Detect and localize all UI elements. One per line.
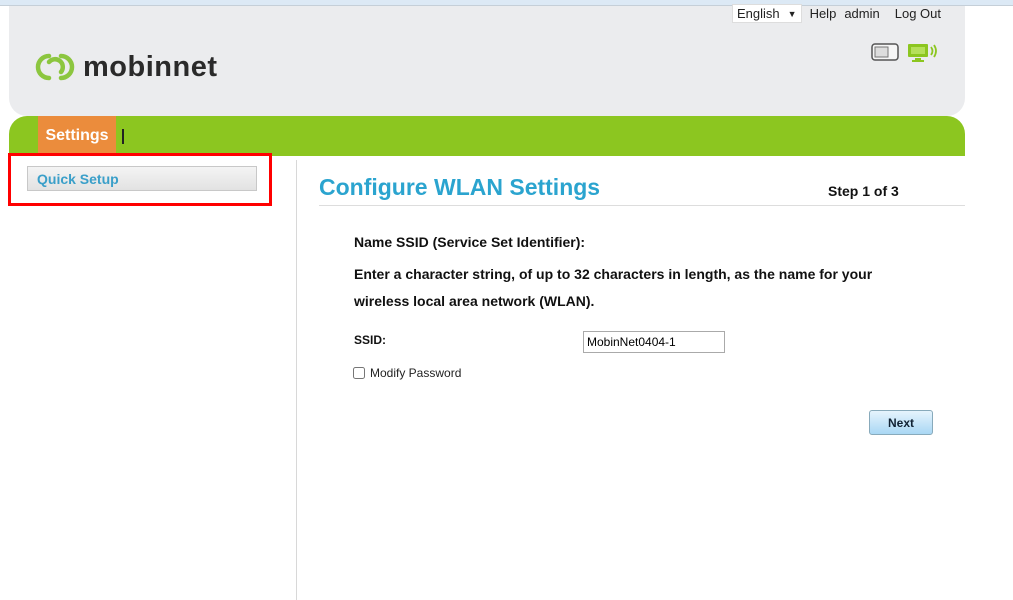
ssid-input[interactable] (583, 331, 725, 353)
modify-password-checkbox[interactable] (353, 367, 365, 379)
language-select[interactable]: English ▼ (732, 4, 802, 23)
section-heading: Name SSID (Service Set Identifier): (354, 234, 586, 250)
language-value: English (737, 6, 780, 21)
mobinnet-logo-icon (35, 53, 75, 81)
logout-link[interactable]: Log Out (895, 6, 941, 21)
modify-password-label: Modify Password (370, 366, 462, 380)
divider (319, 205, 965, 206)
sidebar-item-quick-setup[interactable]: Quick Setup (27, 166, 257, 191)
monitor-wifi-icon[interactable] (907, 42, 939, 64)
step-indicator: Step 1 of 3 (828, 183, 899, 199)
nav-separator (122, 129, 124, 144)
brand-name: mobinnet (83, 50, 218, 83)
tab-settings[interactable]: Settings (38, 116, 116, 156)
next-button[interactable]: Next (869, 410, 933, 435)
top-links: English ▼ Help admin Log Out (732, 4, 949, 23)
ssid-label: SSID: (354, 333, 387, 347)
nav-bar: Settings (9, 116, 965, 156)
logo: mobinnet (35, 50, 218, 84)
modify-password-option[interactable]: Modify Password (353, 366, 461, 380)
user-link[interactable]: admin (844, 6, 879, 21)
device-icon[interactable] (871, 42, 899, 62)
chevron-down-icon: ▼ (787, 8, 797, 19)
divider (296, 160, 297, 600)
help-link[interactable]: Help (810, 6, 837, 21)
description: Enter a character string, of up to 32 ch… (354, 266, 873, 309)
page-title: Configure WLAN Settings (319, 174, 601, 200)
